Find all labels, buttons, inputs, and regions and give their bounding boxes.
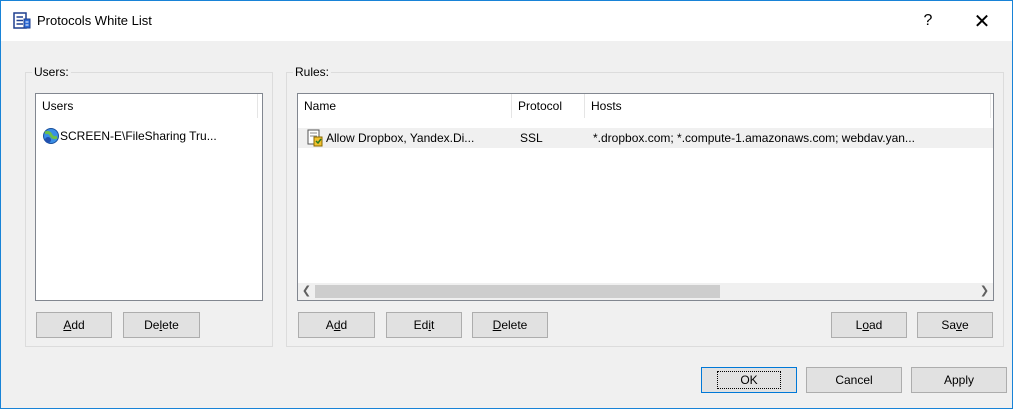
cancel-label: Cancel: [835, 373, 873, 387]
rules-group-label: Rules:: [295, 65, 330, 79]
user-group-icon: [43, 128, 59, 144]
rules-edit-label: Edit: [413, 318, 435, 332]
help-button[interactable]: ?: [905, 5, 951, 37]
user-name: SCREEN-E\FileSharing Tru...: [60, 129, 217, 143]
rule-name: Allow Dropbox, Yandex.Di...: [326, 131, 475, 145]
rule-document-icon: [307, 129, 323, 147]
rules-list-header: Name Protocol Hosts: [298, 94, 993, 118]
users-list-header: Users: [36, 94, 262, 118]
protocols-white-list-dialog: Protocols White List ? ✕ Users: Users SC…: [0, 0, 1013, 409]
cancel-button[interactable]: Cancel: [806, 367, 902, 393]
users-delete-label: Delete: [144, 318, 179, 332]
users-list[interactable]: Users SCREEN-E\FileSharing Tru...: [35, 93, 263, 301]
column-header-users-label: Users: [42, 99, 74, 113]
rules-delete-button[interactable]: Delete: [472, 312, 548, 338]
apply-button[interactable]: Apply: [911, 367, 1007, 393]
column-header-name[interactable]: Name: [298, 94, 512, 118]
rule-hosts: *.dropbox.com; *.compute-1.amazonaws.com…: [593, 131, 915, 145]
column-header-protocol[interactable]: Protocol: [512, 94, 585, 118]
rules-add-label: Add: [325, 318, 348, 332]
ok-label: OK: [717, 371, 781, 389]
rules-delete-label: Delete: [492, 318, 528, 332]
rules-add-button[interactable]: Add: [298, 312, 375, 338]
rules-list-icon: [13, 12, 31, 29]
close-icon: ✕: [973, 10, 991, 33]
rules-list[interactable]: Name Protocol Hosts Allow Dropbox, Yande…: [297, 93, 994, 301]
rules-save-button[interactable]: Save: [917, 312, 993, 338]
rules-edit-button[interactable]: Edit: [386, 312, 462, 338]
rules-load-label: Load: [855, 318, 883, 332]
rules-load-button[interactable]: Load: [831, 312, 907, 338]
ok-button[interactable]: OK: [701, 367, 797, 393]
close-button[interactable]: ✕: [959, 5, 1005, 37]
column-header-users[interactable]: Users: [36, 94, 258, 118]
scrollbar-thumb[interactable]: [315, 285, 720, 298]
users-delete-button[interactable]: Delete: [123, 312, 200, 338]
rules-save-label: Save: [941, 318, 969, 332]
column-header-protocol-label: Protocol: [518, 99, 563, 113]
column-header-hosts-label: Hosts: [591, 99, 622, 113]
user-list-item[interactable]: SCREEN-E\FileSharing Tru...: [36, 126, 262, 146]
column-header-name-label: Name: [304, 99, 337, 113]
rule-protocol: SSL: [520, 131, 543, 145]
title-bar: Protocols White List ? ✕: [1, 1, 1012, 41]
scroll-right-icon[interactable]: ❯: [976, 283, 993, 300]
users-add-label: Add: [63, 318, 85, 332]
help-icon: ?: [923, 12, 933, 29]
users-group-label: Users:: [34, 65, 69, 79]
horizontal-scrollbar[interactable]: ❮ ❯: [298, 283, 993, 300]
scroll-left-icon[interactable]: ❮: [298, 283, 315, 300]
rule-row[interactable]: Allow Dropbox, Yandex.Di... SSL *.dropbo…: [298, 128, 993, 148]
window-title: Protocols White List: [37, 13, 152, 28]
apply-label: Apply: [943, 373, 975, 387]
column-header-hosts[interactable]: Hosts: [585, 94, 991, 118]
users-add-button[interactable]: Add: [36, 312, 112, 338]
